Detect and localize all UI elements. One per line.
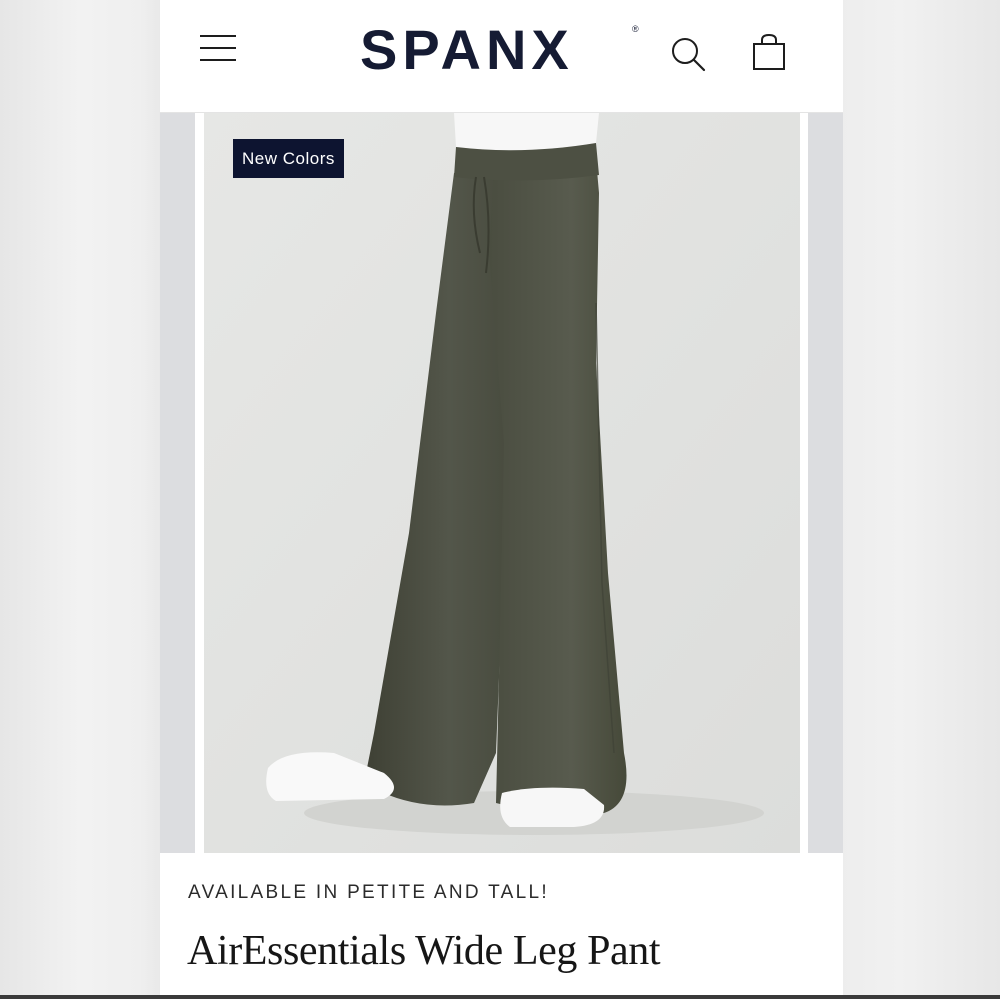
hamburger-menu-icon[interactable] <box>200 33 238 63</box>
site-header: SPANX ® <box>160 0 843 113</box>
new-colors-badge: New Colors <box>233 139 344 178</box>
product-image-carousel[interactable] <box>160 113 843 853</box>
next-slide-peek[interactable] <box>808 113 843 853</box>
registered-mark: ® <box>632 24 639 34</box>
product-title[interactable]: AirEssentials Wide Leg Pant <box>187 927 661 975</box>
search-icon[interactable] <box>668 34 708 74</box>
availability-note: AVAILABLE IN PETITE AND TALL! <box>188 882 549 903</box>
shopping-bag-icon[interactable] <box>750 32 790 74</box>
product-image[interactable] <box>204 113 800 853</box>
previous-slide-peek[interactable] <box>160 113 195 853</box>
product-photo-illustration <box>204 113 800 853</box>
product-info: AVAILABLE IN PETITE AND TALL! AirEssenti… <box>160 853 843 999</box>
brand-logo[interactable]: SPANX <box>360 18 574 82</box>
screen-bottom-edge <box>0 995 1000 999</box>
